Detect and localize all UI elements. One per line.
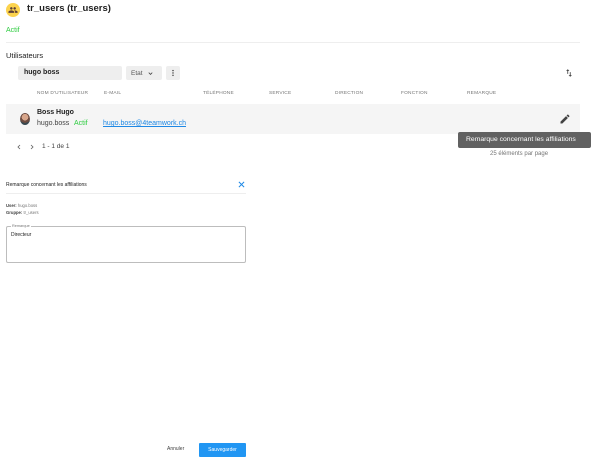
sort-icon[interactable] xyxy=(564,68,574,78)
avatar xyxy=(20,113,30,125)
dialog-divider xyxy=(6,193,246,194)
remark-field-label: Remarque xyxy=(11,224,31,228)
edit-tooltip: Remarque concernant les affiliations xyxy=(458,132,591,148)
section-title: Utilisateurs xyxy=(6,51,44,60)
user-status-badge: Actif xyxy=(74,120,88,127)
group-icon xyxy=(6,3,20,17)
column-header-remark[interactable]: REMARQUE xyxy=(467,91,496,96)
save-button[interactable]: Sauvegarder xyxy=(199,443,246,457)
page-title: tr_users (tr_users) xyxy=(27,3,111,14)
search-input[interactable]: hugo boss xyxy=(18,66,122,80)
column-header-email[interactable]: E-MAIL xyxy=(104,91,121,96)
more-options-button[interactable] xyxy=(166,66,180,80)
column-header-username[interactable]: NOM D'UTILISATEUR xyxy=(37,91,88,96)
more-vertical-icon xyxy=(172,69,174,77)
column-header-phone[interactable]: TÉLÉPHONE xyxy=(203,91,234,96)
close-icon[interactable] xyxy=(237,180,246,189)
user-email-link[interactable]: hugo.boss@4teamwork.ch xyxy=(103,120,186,127)
chevron-down-icon xyxy=(148,71,153,75)
remark-field-value: Directeur xyxy=(11,232,32,238)
user-username: hugo.boss xyxy=(37,120,70,127)
pagination-range: 1 - 1 de 1 xyxy=(42,143,70,150)
dialog-user-value: hugo.boss xyxy=(17,203,38,208)
chevron-right-icon[interactable] xyxy=(28,143,36,151)
edit-pencil-icon[interactable] xyxy=(559,113,571,125)
user-full-name: Boss Hugo xyxy=(37,109,74,116)
chevron-left-icon[interactable] xyxy=(15,143,23,151)
table-row[interactable]: Boss Hugo hugo.boss Actif hugo.boss@4tea… xyxy=(6,104,580,134)
remark-textarea[interactable]: Remarque Directeur xyxy=(6,224,246,263)
header-divider xyxy=(6,42,580,43)
column-header-direction[interactable]: DIRECTION xyxy=(335,91,363,96)
cancel-button[interactable]: Annuler xyxy=(167,446,184,452)
dialog-group-value: tr_users xyxy=(23,210,39,215)
dialog-user-info: User: hugo.boss xyxy=(6,203,37,208)
column-header-function[interactable]: FONCTION xyxy=(401,91,428,96)
column-header-service[interactable]: SERVICE xyxy=(269,91,291,96)
dialog-group-label: Gruppe: xyxy=(6,210,23,215)
dialog-title: Remarque concernant les affiliations xyxy=(6,182,87,188)
per-page-selector[interactable]: 25 éléments par page xyxy=(490,151,548,157)
etat-filter-select[interactable]: Etat xyxy=(126,66,162,80)
group-status: Actif xyxy=(6,27,20,34)
dialog-user-label: User: xyxy=(6,203,17,208)
page-header: tr_users (tr_users) Actif xyxy=(0,0,591,42)
dialog-group-info: Gruppe: tr_users xyxy=(6,210,39,215)
etat-filter-label: Etat xyxy=(131,69,143,77)
